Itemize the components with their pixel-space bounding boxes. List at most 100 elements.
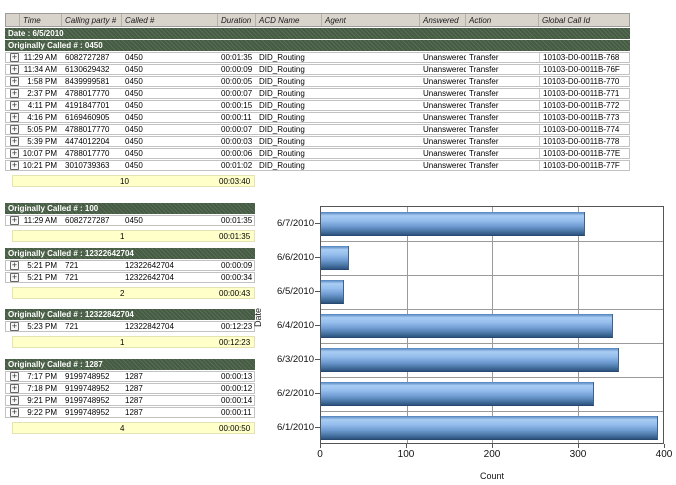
chart-grid: 6/7/20106/6/20106/5/20106/4/20106/3/2010… xyxy=(268,206,676,481)
horizontal-gridline xyxy=(321,343,663,344)
y-tick-label: 6/1/2010 xyxy=(268,410,320,444)
cell-answered: Unanswered xyxy=(420,101,466,110)
expand-row-icon[interactable]: + xyxy=(10,216,19,225)
table-row: +2:37 PM4788017770045000:00:07DID_Routin… xyxy=(5,88,630,99)
cell-duration: 00:00:11 xyxy=(218,113,256,122)
header-acd: ACD Name xyxy=(256,14,322,26)
cell-acd-name: DID_Routing xyxy=(256,101,322,110)
cell-called-number: 12322642704 xyxy=(122,261,218,270)
cell-acd-name: DID_Routing xyxy=(256,149,322,158)
y-tick-label: 6/4/2010 xyxy=(268,308,320,342)
bar-6-7-2010 xyxy=(321,212,585,236)
expand-row-icon[interactable]: + xyxy=(10,273,19,282)
cell-called-number: 1287 xyxy=(122,372,218,381)
table-row: +10:21 PM3010739363045000:01:02DID_Routi… xyxy=(5,160,630,171)
cell-time: 10:21 PM xyxy=(20,161,62,170)
cell-time: 4:16 PM xyxy=(20,113,62,122)
cell-called-number: 0450 xyxy=(122,161,218,170)
report-group-section: Date : 6/5/2010Originally Called # : 045… xyxy=(5,28,630,187)
expand-row-icon[interactable]: + xyxy=(10,261,19,270)
cell-time: 2:37 PM xyxy=(20,89,62,98)
cell-time: 5:21 PM xyxy=(20,261,62,270)
y-tick-label: 6/6/2010 xyxy=(268,240,320,274)
table-row: +4:11 PM4191847701045000:00:15DID_Routin… xyxy=(5,100,630,111)
cell-calling-party: 6082727287 xyxy=(62,216,122,225)
cell-duration: 00:00:03 xyxy=(218,137,256,146)
cell-calling-party: 4191847701 xyxy=(62,101,122,110)
horizontal-gridline xyxy=(321,411,663,412)
cell-time: 10:07 PM xyxy=(20,149,62,158)
expander-cell: + xyxy=(6,149,20,158)
plot-wrap: 0100200300400 Count xyxy=(320,206,664,481)
cell-acd-name: DID_Routing xyxy=(256,65,322,74)
expand-row-icon[interactable]: + xyxy=(10,89,19,98)
expand-row-icon[interactable]: + xyxy=(10,113,19,122)
cell-action: Transfer xyxy=(466,137,539,146)
cell-global-call-id: 10103-D0-0011B-773 xyxy=(539,113,630,122)
expand-row-icon[interactable]: + xyxy=(10,384,19,393)
horizontal-gridline xyxy=(321,309,663,310)
cell-answered: Unanswered xyxy=(420,65,466,74)
originally-called-band: Originally Called # : 100 xyxy=(5,203,255,214)
expander-cell: + xyxy=(6,384,20,393)
expander-cell: + xyxy=(6,137,20,146)
cell-called-number: 1287 xyxy=(122,396,218,405)
cell-global-call-id: 10103-D0-0011B-778 xyxy=(539,137,630,146)
table-row: +7:18 PM9199748952128700:00:12 xyxy=(5,383,255,394)
cell-calling-party: 3010739363 xyxy=(62,161,122,170)
cell-global-call-id: 10103-D0-0011B-77E xyxy=(539,149,630,158)
expander-cell: + xyxy=(6,125,20,134)
originally-called-band: Originally Called # : 12322842704 xyxy=(5,309,255,320)
expand-row-icon[interactable]: + xyxy=(10,65,19,74)
x-tick-mark xyxy=(492,444,493,448)
expand-row-icon[interactable]: + xyxy=(10,137,19,146)
table-row: +7:17 PM9199748952128700:00:13 xyxy=(5,371,255,382)
y-tick-mark xyxy=(315,257,320,258)
expand-row-icon[interactable]: + xyxy=(10,77,19,86)
cell-duration: 00:00:15 xyxy=(218,101,256,110)
summary-total-duration: 00:03:40 xyxy=(216,177,255,186)
cell-answered: Unanswered xyxy=(420,161,466,170)
expand-row-icon[interactable]: + xyxy=(10,396,19,405)
cell-time: 5:23 PM xyxy=(20,322,62,331)
cell-answered: Unanswered xyxy=(420,77,466,86)
expander-cell: + xyxy=(6,372,20,381)
x-tick-label: 400 xyxy=(656,449,673,460)
y-tick-label: 6/5/2010 xyxy=(268,274,320,308)
expand-row-icon[interactable]: + xyxy=(10,161,19,170)
table-row: +11:34 AM6130629432045000:00:09DID_Routi… xyxy=(5,64,630,75)
cell-answered: Unanswered xyxy=(420,89,466,98)
cell-called-number: 0450 xyxy=(122,101,218,110)
cell-global-call-id: 10103-D0-0011B-768 xyxy=(539,53,630,62)
summary-call-count: 2 xyxy=(117,289,216,298)
cell-action: Transfer xyxy=(466,101,539,110)
expand-row-icon[interactable]: + xyxy=(10,53,19,62)
header-dur: Duration xyxy=(218,14,256,26)
table-row: +9:22 PM9199748952128700:00:11 xyxy=(5,407,255,418)
table-row: +4:16 PM6169460905045000:00:11DID_Routin… xyxy=(5,112,630,123)
expand-row-icon[interactable]: + xyxy=(10,101,19,110)
cell-acd-name: DID_Routing xyxy=(256,89,322,98)
header-ans: Answered xyxy=(420,14,466,26)
table-row: +5:39 PM4474012204045000:00:03DID_Routin… xyxy=(5,136,630,147)
cell-calling-party: 721 xyxy=(62,273,122,282)
expand-row-icon[interactable]: + xyxy=(10,322,19,331)
group-summary-row: 100:12:23 xyxy=(12,336,255,348)
cell-time: 1:58 PM xyxy=(20,77,62,86)
table-row: +5:21 PM7211232264270400:00:34 xyxy=(5,272,255,283)
y-tick-mark xyxy=(315,393,320,394)
expand-row-icon[interactable]: + xyxy=(10,125,19,134)
cell-time: 5:21 PM xyxy=(20,273,62,282)
cell-calling-party: 9199748952 xyxy=(62,408,122,417)
cell-acd-name: DID_Routing xyxy=(256,125,322,134)
cell-duration: 00:00:09 xyxy=(218,65,256,74)
bar-6-5-2010 xyxy=(321,280,344,304)
expand-row-icon[interactable]: + xyxy=(10,372,19,381)
cell-time: 11:34 AM xyxy=(20,65,62,74)
expand-row-icon[interactable]: + xyxy=(10,149,19,158)
bar-6-3-2010 xyxy=(321,348,619,372)
cell-calling-party: 4788017770 xyxy=(62,89,122,98)
cell-time: 7:18 PM xyxy=(20,384,62,393)
group-summary-row: 400:00:50 xyxy=(12,422,255,434)
expand-row-icon[interactable]: + xyxy=(10,408,19,417)
